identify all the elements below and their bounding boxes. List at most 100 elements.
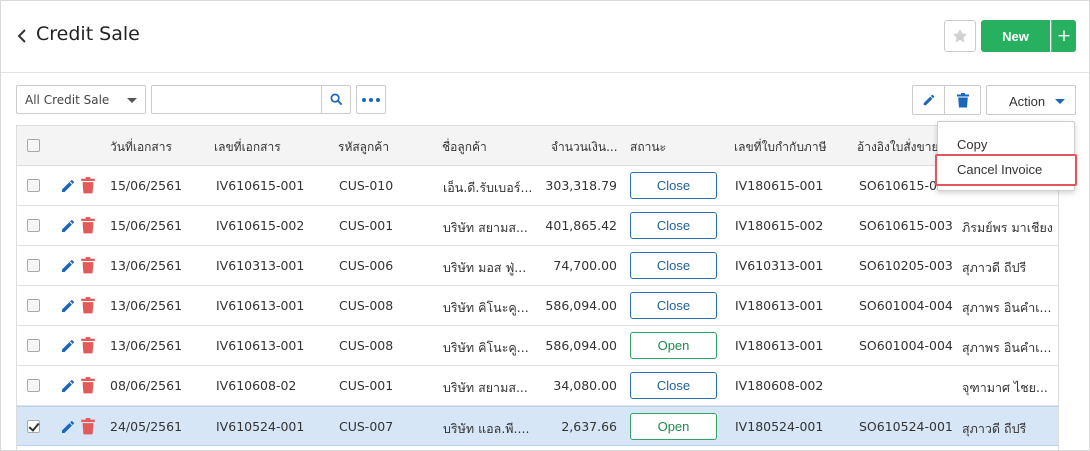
favorite-button[interactable]	[944, 20, 976, 52]
row-checkbox[interactable]	[27, 219, 40, 232]
select-all-checkbox[interactable]	[27, 139, 40, 152]
tax-invoice-cell: IV180613-001	[735, 338, 824, 353]
row-checkbox[interactable]	[27, 179, 40, 192]
salesperson-cell: ภิรมย์พร มาเชียง	[962, 220, 1053, 235]
search-input[interactable]	[151, 85, 322, 114]
app-window: Credit Sale New + All Credit Sale Action…	[0, 0, 1090, 451]
table-header: วันที่เอกสาร เลขที่เอกสาร รหัสลูกค้า ชื่…	[17, 125, 1058, 166]
pencil-icon[interactable]	[60, 338, 76, 354]
doc-date-cell: 24/05/2561	[110, 419, 183, 434]
customer-code-cell: CUS-006	[339, 258, 394, 273]
so-reference-cell: SO610615-003	[859, 218, 953, 233]
trash-icon[interactable]	[81, 297, 95, 314]
amount-cell: 34,080.00	[553, 378, 617, 393]
pencil-icon[interactable]	[60, 378, 76, 394]
star-icon	[952, 28, 968, 43]
row-checkbox[interactable]	[27, 420, 40, 433]
trash-icon[interactable]	[81, 377, 95, 394]
trash-icon[interactable]	[81, 337, 95, 354]
doc-date-cell: 13/06/2561	[110, 338, 183, 353]
doc-no-cell: IV610615-002	[216, 218, 305, 233]
more-options-button[interactable]	[356, 85, 386, 114]
customer-name-cell: บริษัท คิโนะคู...	[443, 340, 529, 355]
doc-no-cell: IV610313-001	[216, 258, 305, 273]
menu-item-cancel-invoice[interactable]: Cancel Invoice	[935, 154, 1077, 186]
action-dropdown-button[interactable]: Action	[986, 85, 1076, 115]
salesperson-cell: สุภาพร อินคำเ...	[962, 340, 1052, 355]
customer-name-cell: เอ็น.ดี.รับเบอร์...	[443, 180, 533, 195]
pencil-icon[interactable]	[60, 258, 76, 274]
column-header-customer-name[interactable]: ชื่อลูกค้า	[442, 138, 487, 157]
customer-name-cell: บริษัท แอล.พี....	[443, 421, 530, 436]
table-row[interactable]: 15/06/2561 IV610615-002 CUS-001 บริษัท สยาม…	[17, 206, 1058, 246]
page-header: Credit Sale New +	[1, 1, 1089, 73]
tax-invoice-cell: IV180615-002	[735, 218, 824, 233]
table-row[interactable]: 13/06/2561 IV610313-001 CUS-006 บริษัท มอส …	[17, 246, 1058, 286]
doc-no-cell: IV610615-001	[216, 178, 305, 193]
credit-sale-table: วันที่เอกสาร เลขที่เอกสาร รหัสลูกค้า ชื่…	[16, 125, 1059, 450]
status-badge[interactable]: Close	[630, 292, 717, 319]
trash-icon[interactable]	[81, 217, 95, 234]
action-dropdown-label: Action	[1009, 94, 1046, 109]
status-badge[interactable]: Close	[630, 212, 717, 239]
so-reference-cell: SO601004-004	[859, 298, 953, 313]
trash-icon	[956, 92, 969, 107]
table-row[interactable]: 13/06/2561 IV610613-001 CUS-008 บริษัท คิโน…	[17, 286, 1058, 326]
quick-add-button[interactable]: +	[1051, 20, 1076, 52]
table-row[interactable]: 15/06/2561 IV610615-001 CUS-010 เอ็น.ดี.รับ…	[17, 166, 1058, 206]
tax-invoice-cell: IV180608-002	[735, 378, 824, 393]
doc-no-cell: IV610613-001	[216, 298, 305, 313]
status-badge[interactable]: Open	[630, 413, 717, 440]
column-header-amount[interactable]: จำนวนเงิน...	[551, 138, 618, 157]
amount-cell: 2,637.66	[561, 419, 617, 434]
column-header-tax-invoice[interactable]: เลขที่ใบกำกับภาษี	[734, 138, 827, 157]
table-row[interactable]: 24/05/2561 IV610524-001 CUS-007 บริษัท แอล.…	[17, 406, 1058, 446]
row-checkbox[interactable]	[27, 299, 40, 312]
column-header-so-reference[interactable]: อ้างอิงใบสั่งขาย	[857, 138, 939, 157]
salesperson-cell: สุภาพร อินคำเ...	[962, 300, 1052, 315]
row-checkbox[interactable]	[27, 379, 40, 392]
table-row[interactable]: 13/06/2561 IV610613-001 CUS-008 บริษัท คิโน…	[17, 326, 1058, 366]
row-checkbox[interactable]	[27, 259, 40, 272]
amount-cell: 586,094.00	[545, 298, 617, 313]
search-icon	[330, 93, 342, 106]
toolbar-edit-button[interactable]	[912, 85, 945, 115]
column-header-customer-code[interactable]: รหัสลูกค้า	[338, 138, 389, 157]
customer-code-cell: CUS-007	[339, 419, 394, 434]
customer-code-cell: CUS-001	[339, 218, 394, 233]
amount-cell: 74,700.00	[553, 258, 617, 273]
amount-cell: 401,865.42	[545, 218, 617, 233]
toolbar-delete-button[interactable]	[945, 85, 981, 115]
filter-select[interactable]: All Credit Sale	[16, 85, 146, 114]
tax-invoice-cell: IV610313-001	[735, 258, 824, 273]
status-badge[interactable]: Close	[630, 372, 717, 399]
customer-name-cell: บริษัท สยามส...	[443, 380, 528, 395]
pencil-icon[interactable]	[60, 419, 76, 435]
status-badge[interactable]: Close	[630, 252, 717, 279]
column-header-doc-no[interactable]: เลขที่เอกสาร	[214, 138, 281, 157]
customer-code-cell: CUS-001	[339, 378, 394, 393]
amount-cell: 303,318.79	[545, 178, 617, 193]
column-header-doc-date[interactable]: วันที่เอกสาร	[110, 138, 172, 157]
doc-date-cell: 13/06/2561	[110, 298, 183, 313]
filter-select-value: All Credit Sale	[25, 93, 110, 107]
so-reference-cell: SO601004-004	[859, 338, 953, 353]
status-badge[interactable]: Close	[630, 172, 717, 199]
pencil-icon[interactable]	[60, 298, 76, 314]
doc-date-cell: 15/06/2561	[110, 178, 183, 193]
row-checkbox[interactable]	[27, 339, 40, 352]
new-button[interactable]: New	[981, 20, 1050, 52]
table-row[interactable]: 08/06/2561 IV610608-02 CUS-001 บริษัท สยามส…	[17, 366, 1058, 406]
trash-icon[interactable]	[81, 177, 95, 194]
back-chevron-icon[interactable]	[15, 27, 29, 45]
caret-down-icon	[1055, 99, 1065, 104]
trash-icon[interactable]	[81, 418, 95, 435]
search-button[interactable]	[321, 85, 351, 114]
column-header-status[interactable]: สถานะ	[630, 138, 666, 157]
customer-code-cell: CUS-008	[339, 298, 394, 313]
status-badge[interactable]: Open	[630, 332, 717, 359]
pencil-icon[interactable]	[60, 218, 76, 234]
trash-icon[interactable]	[81, 257, 95, 274]
pencil-icon[interactable]	[60, 178, 76, 194]
doc-date-cell: 08/06/2561	[110, 378, 183, 393]
